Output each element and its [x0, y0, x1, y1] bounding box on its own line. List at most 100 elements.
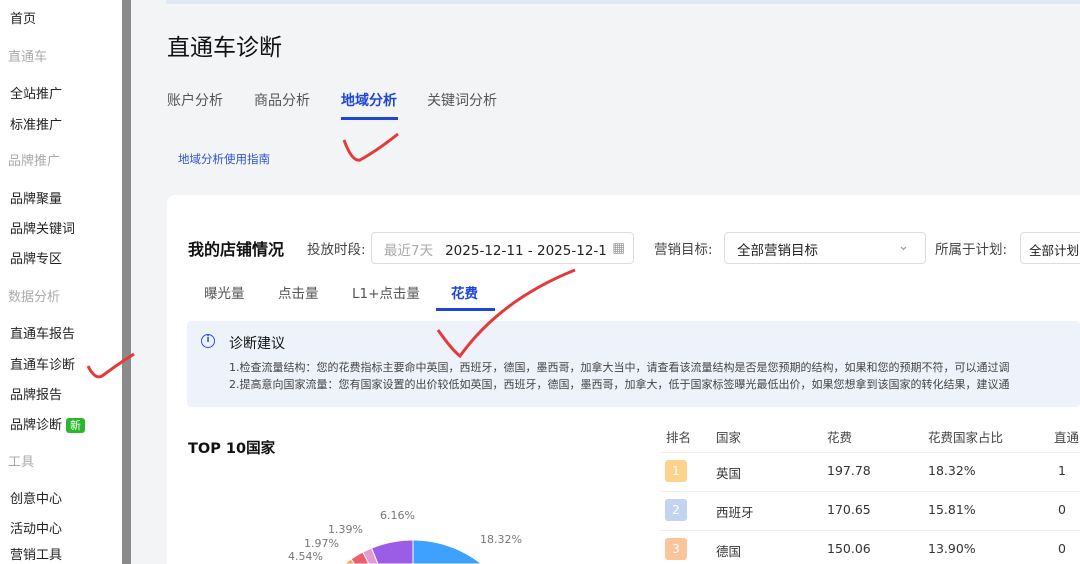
cell-extra: 0: [1058, 502, 1066, 517]
cell-country: 德国: [716, 544, 742, 559]
tab-account-analysis[interactable]: 账户分析: [167, 90, 223, 110]
sidebar-item-label: 直通车报告: [10, 327, 76, 342]
row-divider: [660, 491, 1080, 492]
cell-country: 英国: [716, 466, 742, 481]
sidebar-group-label: 品牌推广: [8, 154, 60, 169]
sidebar-item-label: 直通车诊断: [10, 358, 76, 373]
sidebar-item-label: 全站推广: [10, 87, 63, 102]
sidebar-item[interactable]: 品牌专区: [10, 252, 62, 267]
sidebar-item[interactable]: 标准推广: [10, 118, 62, 133]
sidebar-item-label: 品牌专区: [10, 252, 63, 267]
page-title: 直通车诊断: [167, 35, 282, 61]
sidebar-item-label: 品牌关键词: [10, 222, 76, 237]
sidebar-item[interactable]: 首页: [10, 12, 36, 27]
sidebar-item[interactable]: 创意中心: [10, 492, 62, 507]
date-range-value: 2025-12-11 - 2025-12-1: [445, 243, 607, 259]
rank-badge: 3: [665, 538, 687, 560]
checkmark-annotation: [342, 132, 399, 162]
sidebar-scrollbar[interactable]: [122, 0, 131, 564]
pie-slice[interactable]: [370, 539, 414, 564]
sidebar-group-label: 数据分析: [8, 290, 60, 305]
header-country: 国家: [716, 430, 742, 445]
row-divider: [660, 530, 1080, 531]
tab-product-analysis[interactable]: 商品分析: [254, 90, 310, 110]
sidebar-item-label: 品牌报告: [10, 388, 63, 403]
goal-select[interactable]: 全部营销目标 ⌄: [724, 232, 926, 264]
active-metric-indicator: [436, 308, 495, 311]
cell-cost: 170.65: [827, 502, 871, 517]
sidebar-item[interactable]: 全站推广: [10, 87, 62, 102]
sidebar-item-label: 首页: [10, 12, 37, 27]
sidebar-item[interactable]: 品牌报告: [10, 388, 62, 403]
plan-label: 所属于计划:: [935, 242, 1008, 258]
sidebar-item-label: 数据分析: [8, 290, 61, 305]
region-guide-link[interactable]: 地域分析使用指南: [178, 151, 270, 167]
date-placeholder: 最近7天: [384, 243, 434, 259]
cell-share: 13.90%: [928, 541, 976, 556]
chevron-down-icon: ⌄: [897, 238, 909, 254]
pie-chart: 18.32% 6.16% 1.39%1.97%4.54%: [288, 509, 522, 564]
pie-label: 4.54%: [288, 550, 323, 563]
cell-extra: 1: [1058, 463, 1066, 478]
cell-share: 15.81%: [928, 502, 976, 517]
sidebar-item-label: 品牌聚量: [10, 192, 63, 207]
header-cost: 花费: [827, 430, 853, 445]
sidebar-item-label: 活动中心: [10, 522, 63, 537]
sidebar-item-label: 品牌诊断: [10, 418, 63, 433]
active-tab-indicator: [341, 117, 398, 120]
sidebar-group-label: 工具: [8, 455, 34, 470]
period-label: 投放时段:: [307, 242, 366, 258]
pie-label: 1.97%: [304, 537, 339, 550]
metric-tab-clicks[interactable]: 点击量: [278, 282, 319, 302]
sidebar-item[interactable]: 品牌聚量: [10, 192, 62, 207]
sidebar-item-label: 标准推广: [10, 118, 63, 133]
header-rank: 排名: [666, 430, 692, 445]
sidebar-item-label: 营销工具: [10, 548, 63, 563]
cell-country: 西班牙: [716, 505, 754, 520]
rank-badge: 1: [665, 460, 687, 482]
plan-select[interactable]: 全部计划: [1020, 232, 1080, 264]
sidebar: 首页直通车全站推广标准推广品牌推广品牌聚量品牌关键词品牌专区数据分析直通车报告直…: [0, 0, 122, 564]
sidebar-item[interactable]: 品牌诊断新: [10, 418, 86, 433]
sidebar-item-label: 创意中心: [10, 492, 63, 507]
advice-title: 诊断建议: [229, 336, 285, 352]
metric-tab-l1-clicks[interactable]: L1+点击量: [352, 282, 420, 302]
tab-region-analysis[interactable]: 地域分析: [341, 90, 397, 110]
metric-tab-cost[interactable]: 花费: [451, 282, 478, 302]
advice-line-1: 1.检查流量结构：您的花费指标主要命中英国，西班牙，德国，墨西哥，加拿大当中，请…: [229, 361, 1010, 374]
cell-share: 18.32%: [928, 463, 976, 478]
sidebar-item[interactable]: 营销工具: [10, 548, 62, 563]
sidebar-item[interactable]: 活动中心: [10, 522, 62, 537]
pie-label: 18.32%: [480, 533, 522, 546]
top10-title: TOP 10国家: [188, 441, 276, 457]
sidebar-item-label: 品牌推广: [8, 154, 61, 169]
goal-label: 营销目标:: [654, 242, 713, 258]
header-cost-share: 花费国家占比: [928, 430, 1004, 445]
sidebar-item-label: 工具: [8, 455, 35, 470]
row-divider: [660, 452, 1080, 453]
calendar-icon: ▦: [610, 240, 625, 256]
sidebar-item-label: 直通车: [8, 50, 48, 65]
sidebar-item[interactable]: 品牌关键词: [10, 222, 75, 237]
sidebar-group-label: 直通车: [8, 50, 47, 65]
plan-value: 全部计划: [1029, 243, 1080, 258]
pie-label: 6.16%: [380, 509, 415, 522]
date-range-picker[interactable]: 最近7天 2025-12-11 - 2025-12-1 ▦: [371, 232, 634, 264]
tab-keyword-analysis[interactable]: 关键词分析: [427, 90, 497, 110]
header-extra: 直通: [1054, 430, 1080, 445]
sidebar-item[interactable]: 直通车诊断: [10, 358, 75, 373]
rank-badge: 2: [665, 499, 687, 521]
new-badge: 新: [66, 418, 86, 433]
advice-line-2: 2.提高意向国家流量：您有国家设置的出价较低如英国，西班牙，德国，墨西哥，加拿大…: [229, 378, 1010, 391]
sidebar-item[interactable]: 直通车报告: [10, 327, 75, 342]
info-icon: i: [201, 334, 215, 348]
metric-tab-impressions[interactable]: 曝光量: [204, 282, 245, 302]
pie-label: 1.39%: [328, 523, 363, 536]
pie-slice[interactable]: [412, 539, 483, 564]
cell-cost: 197.78: [827, 463, 871, 478]
store-section-title: 我的店铺情况: [188, 240, 285, 259]
cell-extra: 0: [1058, 541, 1066, 556]
top-banner: [166, 0, 1080, 4]
goal-value: 全部营销目标: [737, 243, 818, 259]
cell-cost: 150.06: [827, 541, 871, 556]
